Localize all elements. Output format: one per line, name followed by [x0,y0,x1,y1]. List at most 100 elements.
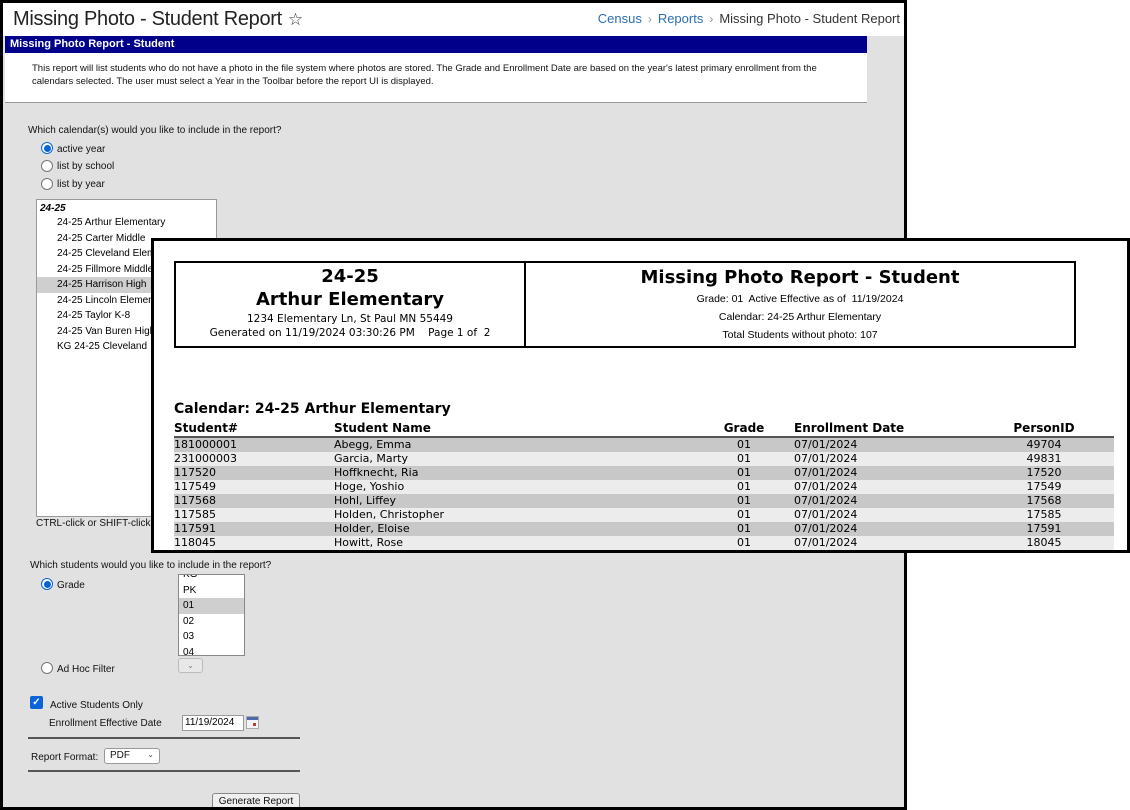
cell-person-id: 17520 [974,466,1114,480]
cell-grade: 01 [704,437,784,452]
radio-list-by-school-label: list by school [57,161,115,172]
report-address: 1234 Elementary Ln, St Paul MN 55449 [247,313,453,325]
divider [28,770,300,772]
cell-enrollment-date: 07/01/2024 [784,508,974,522]
report-criteria: Grade: 01 Active Effective as of 11/19/2… [696,293,904,305]
radio-adhoc-filter[interactable] [41,662,53,674]
divider [28,737,300,739]
calendar-list-hint: CTRL-click or SHIFT-click [36,518,151,529]
cell-person-id: 49831 [974,452,1114,466]
radio-adhoc-filter-label: Ad Hoc Filter [57,664,115,675]
cell-person-id: 17549 [974,480,1114,494]
report-generated: Generated on 11/19/2024 03:30:26 PM Page… [209,327,491,339]
calendar-group-label: 24-25 [40,203,66,214]
grade-option[interactable]: 04 [179,645,244,656]
cell-student-number: 181000001 [174,437,334,452]
cell-student-number: 231000003 [174,452,334,466]
cell-person-id: 17568 [974,494,1114,508]
cell-student-number: 117591 [174,522,334,536]
col-grade: Grade [704,421,784,438]
chevron-down-icon: ⌄ [187,661,194,670]
report-format-label: Report Format: [31,752,99,763]
active-students-checkbox[interactable]: ✓ [30,696,43,709]
grade-option-selected[interactable]: 01 [179,598,244,614]
panel-description: This report will list students who do no… [5,53,867,103]
cell-enrollment-date: 07/01/2024 [784,437,974,452]
cell-person-id: 17585 [974,508,1114,522]
cell-enrollment-date: 07/01/2024 [784,536,974,550]
grade-option[interactable]: 03 [179,629,244,645]
cell-student-name: Hoffknecht, Ria [334,466,704,480]
enrollment-date-input[interactable]: 11/19/2024 [182,715,244,731]
radio-list-by-year[interactable] [41,178,53,190]
report-school-name: Arthur Elementary [256,289,444,310]
col-enrollment-date: Enrollment Date [784,421,974,438]
table-row: 117520 Hoffknecht, Ria 01 07/01/2024 17520 [174,466,1114,480]
top-bar: Missing Photo - Student Report ☆ Census › R… [3,3,904,36]
cell-grade: 01 [704,536,784,550]
breadcrumb-reports[interactable]: Reports [658,11,704,26]
cell-enrollment-date: 07/01/2024 [784,494,974,508]
col-person-id: PersonID [974,421,1114,438]
cell-grade: 01 [704,508,784,522]
cell-enrollment-date: 07/01/2024 [784,452,974,466]
cell-student-number: 117568 [174,494,334,508]
table-row: 118045 Howitt, Rose 01 07/01/2024 18045 [174,536,1114,550]
cell-person-id: 18045 [974,536,1114,550]
breadcrumb: Census › Reports › Missing Photo - Student R… [598,11,900,26]
cell-enrollment-date: 07/01/2024 [784,480,974,494]
calendar-picker-icon[interactable] [246,716,259,729]
report-format-select[interactable]: PDF ⌄ [104,748,160,764]
cell-student-name: Holder, Eloise [334,522,704,536]
cell-enrollment-date: 07/01/2024 [784,522,974,536]
table-row: 117568 Hohl, Liffey 01 07/01/2024 17568 [174,494,1114,508]
cell-student-number: 118045 [174,536,334,550]
calendar-option[interactable]: 24-25 Arthur Elementary [37,215,216,231]
radio-list-by-year-label: list by year [57,179,105,190]
radio-grade[interactable] [41,578,53,590]
report-calendar: Calendar: 24-25 Arthur Elementary [718,311,882,323]
table-row: 117585 Holden, Christopher 01 07/01/2024 175… [174,508,1114,522]
cell-student-name: Abegg, Emma [334,437,704,452]
cell-student-number: 117549 [174,480,334,494]
chevron-down-icon: ⌄ [147,750,154,759]
cell-enrollment-date: 07/01/2024 [784,466,974,480]
report-title-block: Missing Photo Report - Student Grade: 01… [526,263,1074,346]
generate-report-button[interactable]: Generate Report [212,793,300,807]
report-preview: 24-25 Arthur Elementary 1234 Elementary … [151,238,1130,553]
grade-option[interactable]: PK [179,583,244,599]
report-year: 24-25 [321,266,379,287]
cell-student-number: 117585 [174,508,334,522]
enrollment-date-label: Enrollment Effective Date [49,718,162,729]
report-format-value: PDF [110,750,130,761]
grade-option[interactable]: 02 [179,614,244,630]
grade-option[interactable]: KG [179,575,244,583]
table-row: 231000003 Garcia, Marty 01 07/01/2024 49831 [174,452,1114,466]
radio-list-by-school[interactable] [41,160,53,172]
students-question: Which students would you like to include… [30,560,272,571]
star-outline-icon[interactable]: ☆ [288,10,303,29]
grade-list[interactable]: KG PK 01 02 03 04 [178,574,245,656]
active-students-label: Active Students Only [50,700,143,711]
adhoc-filter-select[interactable]: ⌄ [178,658,203,673]
col-student-number: Student# [174,421,334,438]
cell-person-id: 17591 [974,522,1114,536]
report-table: Student# Student Name Grade Enrollment D… [174,421,1114,550]
cell-person-id: 49704 [974,437,1114,452]
table-row: 117549 Hoge, Yoshio 01 07/01/2024 17549 [174,480,1114,494]
report-table-header: Student# Student Name Grade Enrollment D… [174,421,1114,438]
table-row: 117591 Holder, Eloise 01 07/01/2024 17591 [174,522,1114,536]
table-row: 181000001 Abegg, Emma 01 07/01/2024 49704 [174,437,1114,452]
cell-student-name: Hoge, Yoshio [334,480,704,494]
radio-active-year-label: active year [57,144,106,155]
radio-grade-label: Grade [57,580,85,591]
cell-grade: 01 [704,494,784,508]
radio-active-year[interactable] [41,142,53,154]
breadcrumb-census[interactable]: Census [598,11,642,26]
page-title-text: Missing Photo - Student Report [13,8,282,30]
cell-student-number: 117520 [174,466,334,480]
cell-student-name: Hohl, Liffey [334,494,704,508]
report-total: Total Students without photo: 107 [722,329,878,341]
report-section-title: Calendar: 24-25 Arthur Elementary [174,401,451,417]
calendar-question: Which calendar(s) would you like to incl… [28,125,282,136]
